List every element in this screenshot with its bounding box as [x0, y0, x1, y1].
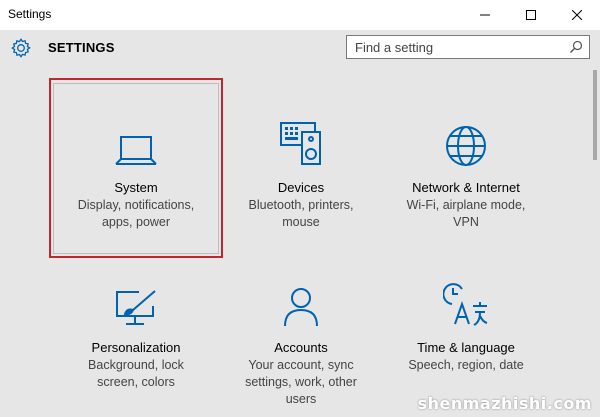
- tile-system[interactable]: System Display, notifications, apps, pow…: [56, 112, 216, 231]
- tile-title: Time & language: [417, 340, 515, 355]
- tile-description: Background, lock screen, colors: [88, 358, 184, 389]
- tile-time-language[interactable]: Time & language Speech, region, date: [386, 272, 546, 374]
- tile-devices[interactable]: Devices Bluetooth, printers, mouse: [221, 112, 381, 231]
- search-icon[interactable]: [569, 40, 583, 54]
- user-icon: [284, 288, 318, 327]
- tile-description: Display, notifications, apps, power: [77, 198, 195, 229]
- scrollbar-thumb[interactable]: [593, 70, 597, 160]
- maximize-icon: [526, 10, 536, 20]
- keyboard-speaker-icon: [280, 122, 321, 165]
- tile-description: Bluetooth, printers, mouse: [248, 198, 354, 229]
- minimize-button[interactable]: [462, 0, 508, 30]
- tile-description: Speech, region, date: [408, 358, 524, 372]
- title-bar: Settings: [0, 0, 600, 30]
- watermark: shenmazhishi.com: [417, 394, 592, 413]
- tile-network-internet[interactable]: Network & Internet Wi-Fi, airplane mode,…: [386, 112, 546, 231]
- laptop-icon: [115, 136, 157, 165]
- globe-icon: [446, 126, 486, 166]
- tile-title: Personalization: [91, 340, 181, 355]
- tile-description: Wi-Fi, airplane mode, VPN: [406, 198, 526, 229]
- tile-personalization[interactable]: Personalization Background, lock screen,…: [56, 272, 216, 391]
- clock-language-icon: [443, 283, 488, 326]
- header: SETTINGS: [0, 30, 600, 70]
- tile-title: Devices: [277, 180, 325, 195]
- tile-accounts[interactable]: Accounts Your account, sync settings, wo…: [221, 272, 381, 408]
- tile-title: Network & Internet: [412, 180, 520, 195]
- search-input[interactable]: [347, 36, 573, 58]
- page-title: SETTINGS: [48, 40, 115, 55]
- close-icon: [572, 10, 582, 20]
- close-button[interactable]: [554, 0, 600, 30]
- gear-icon: [11, 38, 31, 58]
- minimize-icon: [480, 14, 490, 16]
- paint-monitor-icon: [116, 290, 156, 325]
- tile-title: Accounts: [274, 340, 328, 355]
- search-box[interactable]: [346, 35, 590, 59]
- window-title: Settings: [8, 7, 52, 21]
- tile-title: System: [114, 180, 158, 195]
- tile-description: Your account, sync settings, work, other…: [245, 358, 357, 406]
- maximize-button[interactable]: [508, 0, 554, 30]
- scrollbar[interactable]: [593, 70, 598, 415]
